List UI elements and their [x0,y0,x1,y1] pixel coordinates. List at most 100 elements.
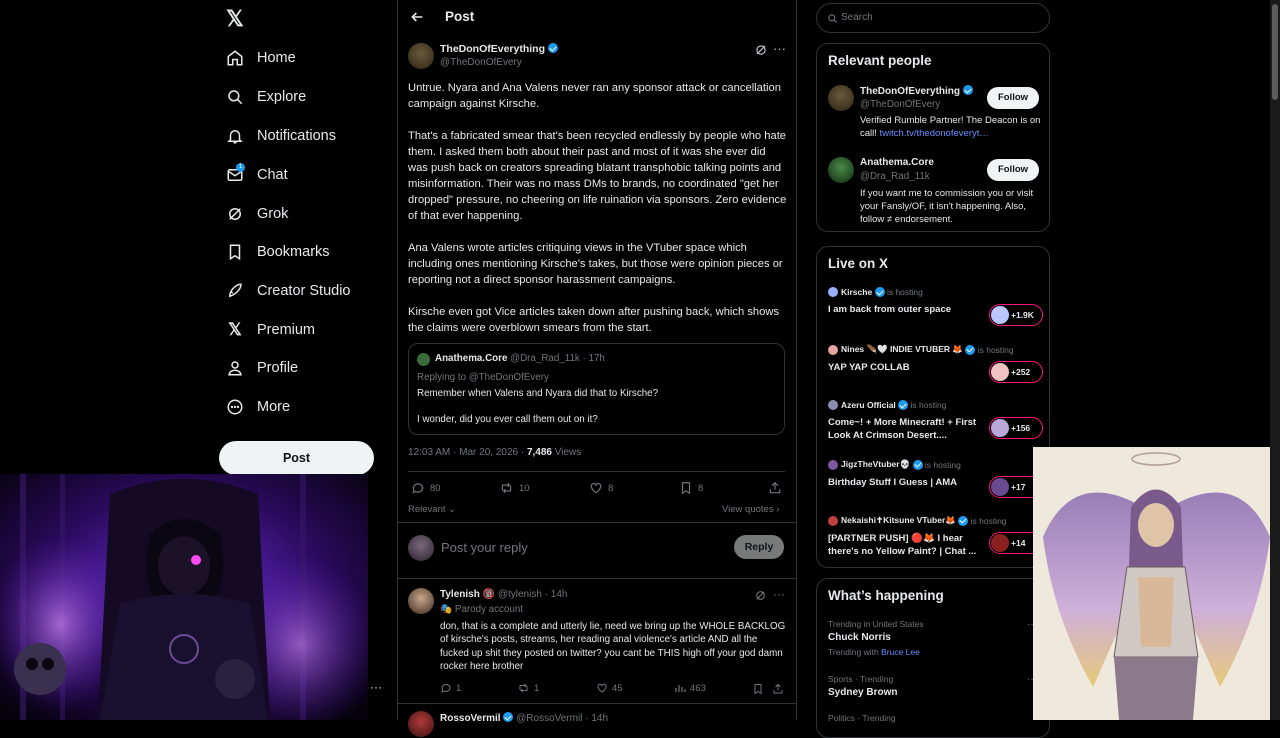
compose-post-button[interactable]: Post [219,441,374,475]
nav-label: More [257,399,291,415]
chevron-right-icon: › [773,504,780,515]
nav-premium[interactable]: 𝕏 Premium [226,315,315,345]
quote-handle: @Dra_Rad_11k [510,353,580,364]
nav-home[interactable]: Home [226,43,296,73]
trend-item[interactable]: Trending in United States Chuck Norris T… [828,619,1040,657]
live-join-pill[interactable]: +156 [989,417,1043,439]
bell-icon [226,127,244,145]
nav-more[interactable]: More [226,392,290,422]
x-logo-icon: 𝕏 [228,320,242,339]
repost-action[interactable]: 1 [517,682,539,694]
scrollbar[interactable] [1270,0,1280,720]
follow-button[interactable]: Follow [987,87,1039,109]
views-action[interactable]: 463 [674,682,706,694]
parody-text: Parody account [454,604,523,615]
person-display-name[interactable]: Anathema.Core [860,157,934,168]
more-icon[interactable]: ··· [773,587,785,601]
nav-profile[interactable]: Profile [226,353,298,383]
live-title: YAP YAP COLLAB [828,362,910,373]
live-title: [PARTNER PUSH] 🔴🦊 I hear there's no Yell… [828,533,977,557]
quote-text: Remember when Valens and Nyara did that … [417,388,659,399]
avatar [828,344,838,355]
avatar[interactable] [408,711,434,737]
reply-action[interactable]: 80 [411,481,441,495]
nav-bookmarks[interactable]: Bookmarks [226,237,330,267]
share-icon[interactable] [772,682,784,700]
bio-link[interactable]: twitch.tv/thedonofeveryt… [880,128,989,139]
live-title: I am back from outer space [828,304,952,315]
live-item[interactable]: Azeru Official is hosting Come~! + More … [828,400,1043,442]
listener-count: +1.9K [1011,310,1034,320]
nav-grok[interactable]: Grok [226,199,288,229]
more-icon[interactable]: ··· [773,41,786,56]
winged-knight-image [1033,447,1280,720]
nav-creator-studio[interactable]: Creator Studio [226,276,351,306]
search-input[interactable]: Search [816,3,1050,33]
sort-dropdown[interactable]: Relevant ⌄ [408,504,456,515]
trend-sub: Trending with [828,647,879,657]
quote-author-name: Anathema.Core [435,353,508,364]
author-display-name[interactable]: TheDonOfEverything [440,43,545,55]
scrollbar-thumb[interactable] [1272,4,1278,100]
avatar[interactable] [828,157,854,183]
post-paragraph: Untrue. Nyara and Ana Valens never ran a… [408,82,781,110]
person-name[interactable]: TheDonOfEverything [860,85,973,97]
live-join-pill[interactable]: +252 [989,361,1043,383]
post-paragraph: Kirsche even got Vice articles taken dow… [408,306,780,334]
bookmark-action[interactable]: 8 [679,481,703,495]
repost-action[interactable]: 10 [499,481,530,495]
reply-author-name[interactable]: RossoVermil [440,713,501,724]
reply-icon [412,483,424,494]
live-join-pill[interactable]: +1.9K [989,304,1043,326]
nav-chat[interactable]: 1 Chat [226,160,288,190]
bookmark-icon [226,243,244,261]
avatar[interactable] [828,85,854,111]
post-paragraph: Ana Valens wrote articles critiquing vie… [408,242,783,286]
follow-button[interactable]: Follow [987,159,1039,181]
post-timestamp[interactable]: 12:03 AM · Mar 20, 2026 · [408,447,524,458]
reply-author[interactable]: Tylenish 🔞 @tylenish · 14h [440,589,567,600]
avatar[interactable] [408,588,434,614]
grok-icon[interactable] [754,589,767,602]
author-name[interactable]: TheDonOfEverything [440,43,558,55]
view-quotes-label: View quotes [722,504,774,515]
share-icon [769,481,781,494]
avatar[interactable] [408,43,434,69]
like-action[interactable]: 8 [589,481,613,495]
reply-action[interactable]: 1 [440,682,461,694]
views-label: Views [554,447,582,458]
avatar [417,353,430,366]
author-handle[interactable]: @TheDonOfEvery [440,57,522,68]
live-item[interactable]: Nekaishi✝Kitsune VTuber🦊 is hosting [PAR… [828,515,1043,558]
grok-icon[interactable] [754,43,768,57]
person-display-name[interactable]: TheDonOfEverything [860,86,960,97]
nav-explore[interactable]: Explore [226,82,306,112]
nav-notifications[interactable]: Notifications [226,121,336,151]
parody-label: 🎭 Parody account [440,604,523,615]
sort-label: Relevant [408,504,446,515]
account-more-icon[interactable]: ··· [370,680,382,694]
reply-author[interactable]: RossoVermil @RossoVermil · 14h [440,712,608,724]
like-action[interactable]: 45 [596,682,623,694]
replying-to: Replying to @TheDonOfEvery [417,372,549,383]
nav-label: Profile [257,360,299,376]
reply-button[interactable]: Reply [734,535,784,559]
reply-input[interactable]: Post your reply [441,540,528,555]
more-circle-icon [226,398,244,416]
quoted-post[interactable]: Anathema.Core @Dra_Rad_11k · 17h Replyin… [408,343,785,435]
live-item[interactable]: JigzTheVtuber💀 is hosting Birthday Stuff… [828,459,1043,498]
reply-author-name[interactable]: Tylenish [440,589,480,600]
like-count: 8 [608,482,614,494]
view-quotes-link[interactable]: View quotes › [722,504,779,515]
reply-icon [441,683,451,693]
x-logo-icon[interactable]: 𝕏 [226,8,248,30]
trend-link[interactable]: Bruce Lee [881,647,920,657]
live-item[interactable]: Kirsche is hosting I am back from outer … [828,287,1043,326]
trend-item[interactable]: Sports · Trending Sydney Brown [828,674,1040,698]
hosting-label: is hosting [886,287,923,297]
hosting-label: is hosting [977,344,1014,355]
live-item[interactable]: Nines 🪶🤍 INDIE VTUBER 🦊 is hosting YAP Y… [828,344,1043,383]
share-action[interactable] [768,481,782,495]
back-arrow-icon[interactable] [409,9,425,25]
bookmark-icon[interactable] [752,682,764,700]
